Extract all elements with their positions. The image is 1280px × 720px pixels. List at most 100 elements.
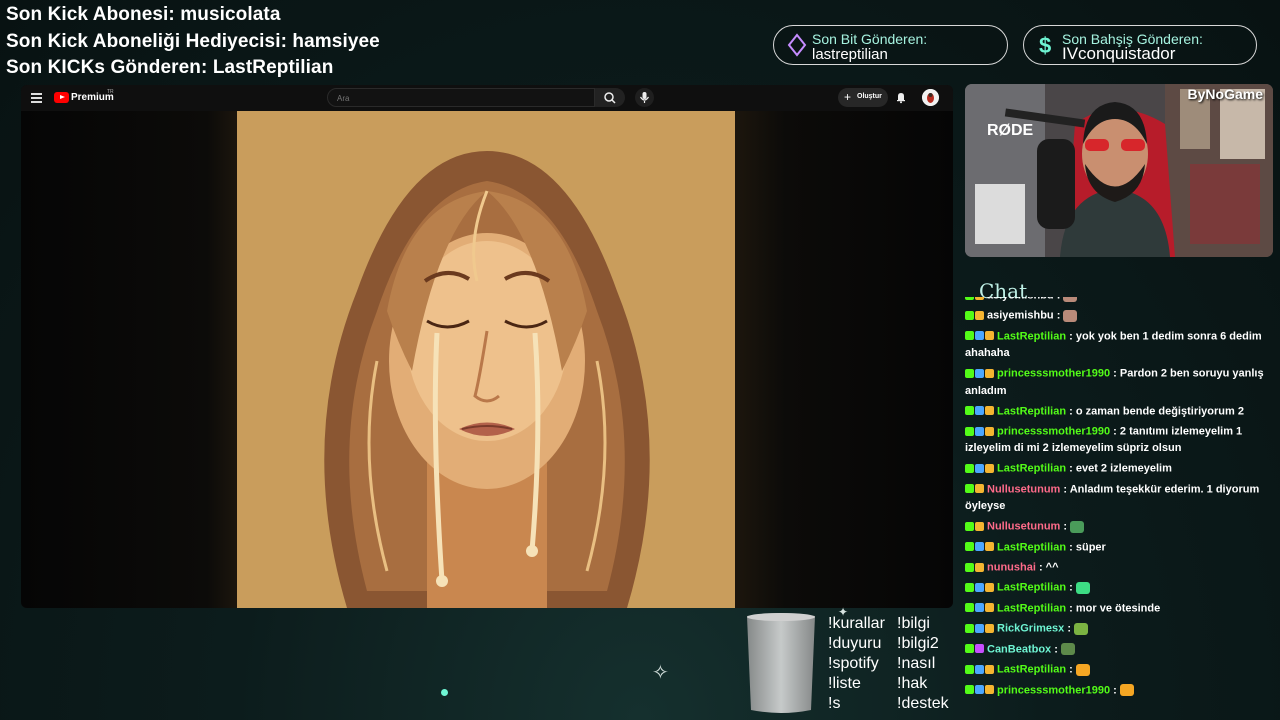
search-button[interactable] bbox=[595, 88, 625, 107]
badge-icon bbox=[975, 368, 984, 378]
chat-username[interactable]: CanBeatbox bbox=[987, 643, 1051, 655]
chat-username[interactable]: LastReptilian bbox=[997, 541, 1066, 553]
chat-username[interactable]: princesssmother1990 bbox=[997, 368, 1110, 380]
chat-message: LastReptilian : mor ve ötesinde bbox=[965, 600, 1265, 617]
ticker-value: musicolata bbox=[180, 4, 281, 25]
video-artwork bbox=[237, 111, 735, 608]
chat-message: LastReptilian : o zaman bende değiştiriy… bbox=[965, 403, 1265, 420]
badge-icon bbox=[965, 562, 974, 572]
chat-username[interactable]: Nullusetunum bbox=[987, 483, 1060, 495]
badge-icon bbox=[985, 583, 994, 593]
chat-username[interactable]: RickGrimesx bbox=[997, 623, 1064, 635]
badge-icon bbox=[965, 464, 974, 474]
badge-icon bbox=[965, 406, 974, 416]
chat-badges bbox=[965, 460, 995, 477]
chat-separator: : bbox=[1066, 330, 1076, 343]
emote-icon bbox=[1119, 684, 1134, 696]
create-button[interactable]: + Oluştur bbox=[838, 88, 888, 107]
microphone-brand: RØDE bbox=[987, 122, 1034, 139]
chat-username[interactable]: asiyemishbu bbox=[987, 297, 1054, 301]
ticker-label: Son Kick Aboneliği Hediyecisi: bbox=[6, 31, 288, 52]
ticker-value: hamsiyee bbox=[292, 31, 380, 52]
search-input[interactable] bbox=[328, 89, 599, 108]
youtube-top-bar: Premium TR + Oluştur bbox=[21, 85, 953, 111]
badge-icon bbox=[965, 583, 974, 593]
pill-value: IVconquistador bbox=[1062, 44, 1176, 63]
chat-username[interactable]: LastReptilian bbox=[997, 664, 1066, 676]
chat-username[interactable]: princesssmother1990 bbox=[997, 425, 1110, 437]
chat-text: mor ve ötesinde bbox=[1075, 602, 1161, 615]
emote-icon bbox=[1063, 297, 1078, 302]
sparkle-star-icon: ✧ bbox=[652, 662, 669, 684]
chat-username[interactable]: LastReptilian bbox=[997, 330, 1066, 342]
chat-badges bbox=[965, 641, 985, 658]
channel-logo: ByNoGame bbox=[1187, 86, 1263, 102]
chat-badges bbox=[965, 403, 995, 420]
voice-search-button[interactable] bbox=[635, 88, 654, 107]
webcam-feed: ByNoGame RØDE bbox=[965, 84, 1273, 257]
chat-text: evet 2 izlemeyelim bbox=[1075, 462, 1172, 475]
badge-icon bbox=[975, 644, 984, 654]
badge-icon bbox=[965, 542, 974, 552]
dollar-icon: $ bbox=[1039, 33, 1051, 57]
chat-separator: : bbox=[1066, 663, 1076, 676]
badge-icon bbox=[985, 664, 994, 674]
chat-username[interactable]: Nullusetunum bbox=[987, 521, 1060, 533]
emote-icon bbox=[1060, 643, 1075, 656]
chat-username[interactable]: LastReptilian bbox=[997, 463, 1066, 475]
badge-icon bbox=[975, 297, 984, 300]
chat-badges bbox=[965, 518, 985, 535]
youtube-logo-icon[interactable] bbox=[54, 92, 69, 103]
video-player[interactable] bbox=[21, 111, 953, 608]
chat-message: LastReptilian : yok yok ben 1 dedim sonr… bbox=[965, 328, 1265, 362]
search-box bbox=[327, 88, 599, 108]
chat-separator: : bbox=[1064, 622, 1075, 635]
badge-icon bbox=[985, 603, 994, 613]
command-item: !spotify bbox=[828, 655, 879, 672]
youtube-region: TR bbox=[107, 89, 114, 95]
chat-message: LastReptilian : bbox=[965, 661, 1265, 678]
create-label: Oluştur bbox=[857, 93, 882, 100]
chat-username[interactable]: LastReptilian bbox=[997, 602, 1066, 614]
chat-badges bbox=[965, 579, 995, 596]
emote-icon bbox=[1070, 520, 1085, 533]
chat-badges bbox=[965, 661, 995, 678]
command-item: !kurallar bbox=[828, 615, 885, 632]
command-item: !s bbox=[828, 695, 841, 712]
microphone-icon bbox=[640, 92, 649, 103]
chat-separator: : bbox=[1066, 405, 1076, 418]
last-bit-pill: Son Bit Gönderen: lastreptilian bbox=[773, 25, 1008, 65]
badge-icon bbox=[985, 331, 994, 341]
badge-icon bbox=[965, 623, 974, 633]
badge-icon bbox=[965, 426, 974, 436]
chat-message: asiyemishbu : bbox=[965, 307, 1265, 324]
notifications-bell-icon[interactable] bbox=[894, 90, 908, 104]
badge-icon bbox=[965, 685, 974, 695]
svg-text:$: $ bbox=[1039, 33, 1051, 57]
chat-username[interactable]: LastReptilian bbox=[997, 582, 1066, 594]
badge-icon bbox=[965, 297, 974, 300]
menu-icon[interactable] bbox=[31, 93, 42, 103]
command-item: !destek bbox=[897, 695, 949, 712]
chat-username[interactable]: LastReptilian bbox=[997, 405, 1066, 417]
badge-icon bbox=[985, 406, 994, 416]
chat-feed[interactable]: asiyemishbu : asiyemishbu : LastReptilia… bbox=[965, 297, 1265, 707]
command-item: !bilgi bbox=[897, 615, 930, 632]
badge-icon bbox=[965, 603, 974, 613]
chat-username[interactable]: nunushai bbox=[987, 561, 1036, 573]
status-dot bbox=[441, 689, 448, 696]
chat-message: LastReptilian : bbox=[965, 579, 1265, 596]
chat-separator: : bbox=[1066, 462, 1076, 475]
badge-icon bbox=[975, 542, 984, 552]
chat-message: Nullusetunum : Anladım teşekkür ederim. … bbox=[965, 481, 1265, 515]
badge-icon bbox=[985, 623, 994, 633]
command-item: !nasıl bbox=[897, 655, 936, 672]
chat-username[interactable]: asiyemishbu bbox=[987, 310, 1054, 322]
account-avatar[interactable] bbox=[922, 89, 939, 106]
command-item: !hak bbox=[897, 675, 928, 692]
streamer-webcam-image bbox=[965, 84, 1273, 257]
badge-icon bbox=[985, 426, 994, 436]
chat-username[interactable]: princesssmother1990 bbox=[997, 684, 1110, 696]
emote-icon bbox=[1075, 663, 1090, 676]
badge-icon bbox=[975, 664, 984, 674]
